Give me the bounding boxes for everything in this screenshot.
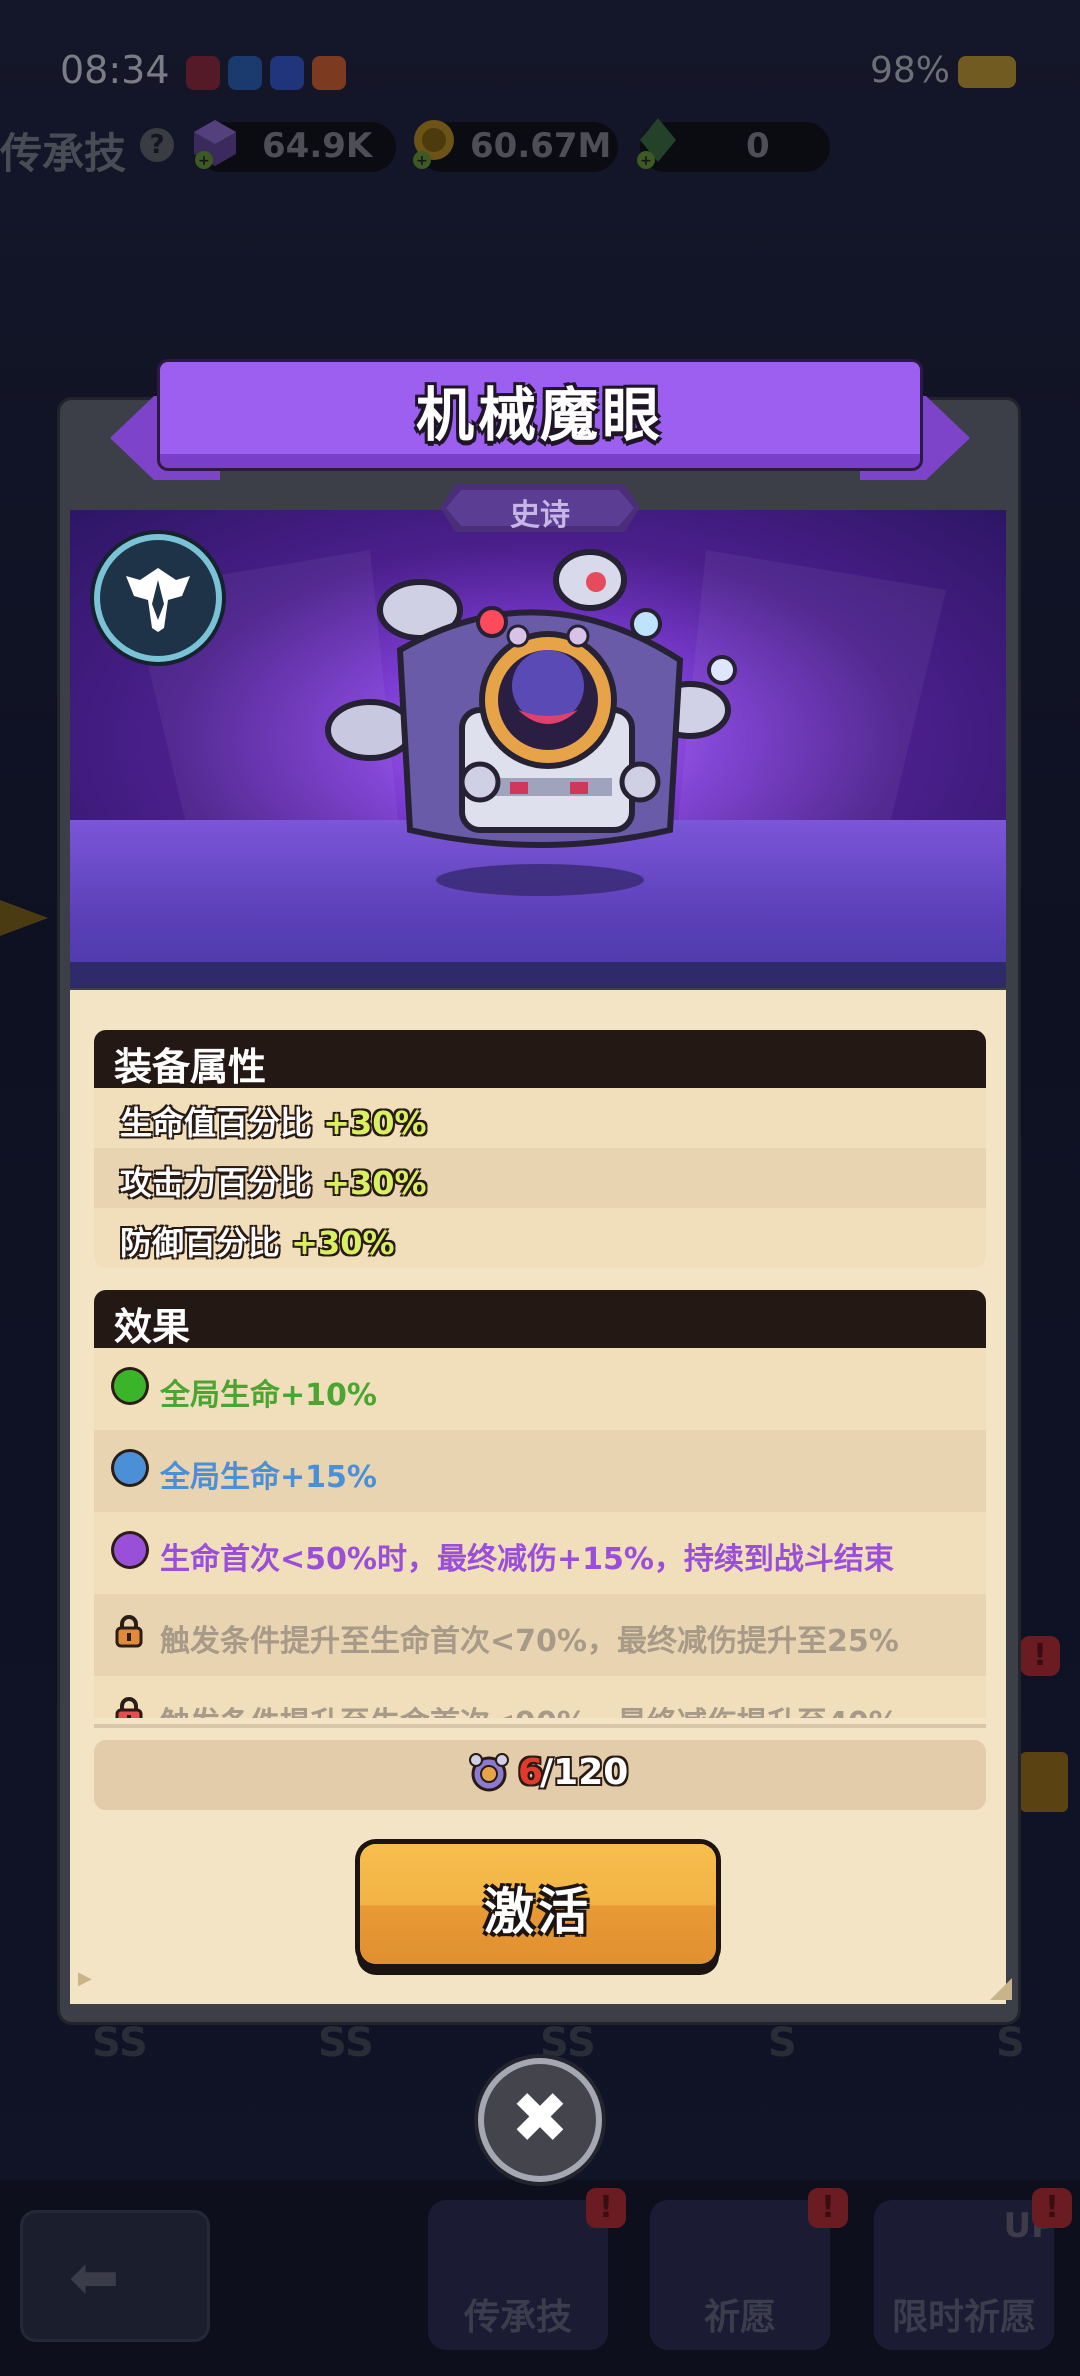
card-rank: S (996, 2020, 1025, 2066)
alert-badge: ! (1032, 2188, 1072, 2228)
tab-label: 限时祈愿 (891, 2297, 1036, 2338)
currency-value: 64.9K (262, 126, 373, 166)
effect-row: 全局生命+15% (94, 1430, 986, 1512)
battery-icon (958, 56, 1016, 88)
lock-icon (115, 1615, 143, 1648)
effects-list[interactable]: 全局生命+10% 全局生命+15% 生命首次<50%时，最终减伤+15%，持续到… (94, 1348, 986, 1718)
effect-text: 触发条件提升至生命首次<90%，最终减伤提升至40% (160, 1698, 899, 1718)
green-crystal-icon: + (637, 118, 676, 169)
effect-row: 触发条件提升至生命首次<90%，最终减伤提升至40% (94, 1676, 986, 1718)
gold-coin-icon: + (413, 120, 454, 169)
attribute-row: 攻击力百分比 +30% (94, 1148, 986, 1208)
back-arrow-icon: ⬅ (69, 2243, 120, 2313)
effect-row: 触发条件提升至生命首次<70%，最终减伤提升至25% (94, 1594, 986, 1676)
page-title: 传承技 (0, 129, 127, 178)
attribute-row: 防御百分比 +30% (94, 1208, 986, 1268)
attribute-value: +30% (291, 1224, 395, 1262)
attributes-header: 装备属性 (94, 1030, 986, 1089)
svg-text:+: + (416, 153, 428, 169)
app-notification-icon (228, 56, 262, 90)
app-notification-icon (186, 56, 220, 90)
section-title: 装备属性 (114, 1045, 267, 1089)
monster-fragment-icon (469, 1753, 509, 1792)
effect-text: 全局生命+10% (160, 1378, 377, 1413)
rarity-label: 史诗 (510, 498, 570, 533)
attribute-value: +30% (323, 1104, 427, 1142)
card-rank: SS (92, 2020, 148, 2066)
panel-corner-deco: ▶ (78, 1968, 92, 1989)
purple-dot-icon (114, 1534, 146, 1566)
card-rank: SS (318, 2020, 374, 2066)
status-time: 08:34 (60, 48, 170, 92)
tab-wish[interactable]: ! 祈愿 (650, 2188, 848, 2350)
green-dot-icon (114, 1370, 146, 1402)
currency-value: 0 (746, 126, 770, 166)
activate-label: 激活 (484, 1883, 592, 1941)
effect-text: 触发条件提升至生命首次<70%，最终减伤提升至25% (160, 1624, 899, 1659)
card-rank: SS (540, 2020, 596, 2066)
tab-label: 传承技 (463, 2297, 572, 2338)
tab-inheritance[interactable]: ! 传承技 (428, 2188, 626, 2350)
lock-icon (115, 1697, 143, 1718)
list-divider (94, 1724, 986, 1728)
app-notification-icon (312, 56, 346, 90)
alert-badge: ! (808, 2188, 848, 2228)
battery-percent: 98% (870, 50, 951, 91)
item-title: 机械魔眼 (415, 381, 664, 449)
tab-label: 祈愿 (703, 2297, 776, 2338)
attribute-row: 生命值百分比 +30% (94, 1088, 986, 1148)
app-notification-icon (270, 56, 304, 90)
alert-badge: ! (586, 2188, 626, 2228)
fragment-required: /120 (540, 1752, 629, 1793)
card-rank: S (768, 2020, 797, 2066)
effect-text: 生命首次<50%时，最终减伤+15%，持续到战斗结束 (160, 1542, 894, 1577)
purple-cube-icon: + (194, 120, 236, 169)
effect-row: 生命首次<50%时，最终减伤+15%，持续到战斗结束 (94, 1512, 986, 1594)
alert-badge: ! (1020, 1636, 1060, 1676)
attribute-label: 生命值百分比 (120, 1104, 324, 1142)
blue-dot-icon (114, 1452, 146, 1484)
wings-class-icon (100, 540, 216, 656)
svg-text:+: + (640, 153, 652, 169)
tab-limited-wish[interactable]: UP ! 限时祈愿 (874, 2188, 1072, 2350)
close-button[interactable]: ✖ (484, 2064, 596, 2176)
status-bar: 08:34 98% (0, 0, 1080, 140)
back-button[interactable]: ⬅ (20, 2210, 210, 2342)
help-icon[interactable]: ? (140, 128, 174, 162)
effects-header: 效果 (94, 1290, 986, 1349)
effect-text: 全局生命+15% (160, 1460, 377, 1495)
attribute-value: +30% (323, 1164, 427, 1202)
panel-corner-deco (990, 1978, 1012, 2000)
attribute-label: 攻击力百分比 (120, 1164, 324, 1202)
activate-button[interactable]: 激活 (360, 1844, 716, 1964)
side-tab (1020, 1752, 1068, 1812)
attribute-label: 防御百分比 (120, 1224, 292, 1262)
notification-icons (186, 56, 346, 90)
side-arrow (0, 900, 48, 936)
effect-row: 全局生命+10% (94, 1348, 986, 1430)
currency-value: 60.67M (470, 126, 612, 166)
close-icon: ✖ (510, 2077, 570, 2159)
section-title: 效果 (114, 1305, 191, 1349)
svg-text:+: + (198, 153, 210, 169)
